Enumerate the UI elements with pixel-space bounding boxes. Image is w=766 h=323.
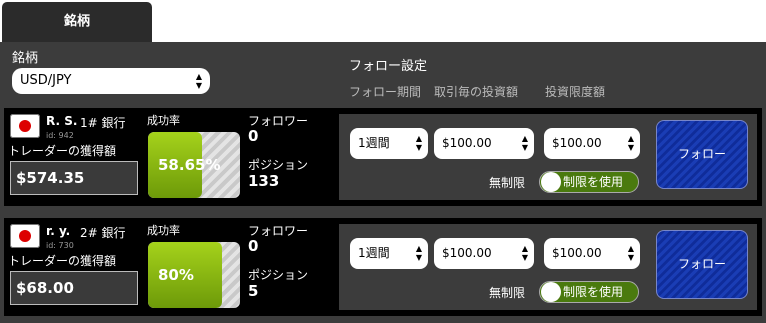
trader-rank: 1# 銀行 — [80, 116, 126, 130]
select-arrows-icon: ▲ ▼ — [627, 134, 634, 152]
toggle-knob — [541, 172, 561, 192]
select-arrows-icon: ▲ ▼ — [415, 244, 422, 262]
select-arrows-icon: ▲ ▼ — [521, 134, 528, 152]
positions-value: 133 — [248, 172, 280, 190]
column-header-period: フォロー期間 — [349, 85, 422, 99]
positions-label: ポジション — [248, 158, 309, 172]
select-arrows-icon: ▲ ▼ — [627, 244, 634, 262]
amount-value: $100.00 — [442, 136, 492, 150]
limit-toggle[interactable]: 制限を使用 — [539, 171, 639, 193]
trader-card: r. y. 2# 銀行 id: 730 トレーダーの獲得額 $68.00 成功率… — [4, 218, 762, 316]
positions-label: ポジション — [248, 268, 309, 282]
symbol-select[interactable]: USD/JPY ▲ ▼ — [12, 68, 210, 94]
positions-value: 5 — [248, 282, 259, 300]
period-value: 1週間 — [358, 246, 390, 260]
trader-rank: 2# 銀行 — [80, 226, 126, 240]
follow-controls: 1週間 ▲ ▼ $100.00 ▲ ▼ $100.00 ▲ ▼ 無制限 制限を使用 フ… — [339, 224, 757, 310]
column-header-amount: 取引毎の投資額 — [434, 85, 519, 99]
earnings-label: トレーダーの獲得額 — [8, 254, 117, 268]
period-value: 1週間 — [358, 136, 390, 150]
tab-symbol[interactable]: 銘柄 — [2, 2, 152, 42]
success-rate-label: 成功率 — [147, 224, 180, 237]
symbol-value: USD/JPY — [20, 73, 72, 88]
select-arrows-icon: ▲ ▼ — [195, 72, 202, 90]
earnings-label: トレーダーの獲得額 — [8, 144, 117, 158]
select-arrows-icon: ▲ ▼ — [521, 244, 528, 262]
toggle-label: 制限を使用 — [563, 285, 624, 299]
earnings-value: $574.35 — [10, 161, 138, 195]
period-select[interactable]: 1週間 ▲ ▼ — [350, 238, 428, 269]
limit-select[interactable]: $100.00 ▲ ▼ — [544, 238, 640, 269]
column-header-limit: 投資限度額 — [545, 85, 606, 99]
trader-card: R. S. 1# 銀行 id: 942 トレーダーの獲得額 $574.35 成功… — [4, 108, 762, 206]
trader-name[interactable]: R. S. — [46, 114, 77, 128]
limit-value: $100.00 — [552, 246, 602, 260]
limit-value: $100.00 — [552, 136, 602, 150]
select-arrows-icon: ▲ ▼ — [415, 134, 422, 152]
toggle-label: 制限を使用 — [563, 175, 624, 189]
trader-id: id: 730 — [46, 241, 74, 250]
trader-id: id: 942 — [46, 131, 74, 140]
main-panel: 銘柄 USD/JPY ▲ ▼ フォロー設定 フォロー期間 取引毎の投資額 投資限度… — [0, 42, 766, 323]
follow-button[interactable]: フォロー — [656, 230, 748, 299]
followers-value: 0 — [248, 237, 259, 255]
success-rate-label: 成功率 — [147, 114, 180, 127]
success-rate-bar: 80% — [148, 242, 240, 308]
tab-bar: 銘柄 — [0, 0, 766, 42]
limit-toggle[interactable]: 制限を使用 — [539, 281, 639, 303]
follow-button[interactable]: フォロー — [656, 120, 748, 189]
period-select[interactable]: 1週間 ▲ ▼ — [350, 128, 428, 159]
followers-value: 0 — [248, 127, 259, 145]
success-rate-bar: 58.65% — [148, 132, 240, 198]
limit-select[interactable]: $100.00 ▲ ▼ — [544, 128, 640, 159]
japan-flag-icon — [10, 114, 40, 138]
follow-settings-title: フォロー設定 — [349, 59, 428, 74]
amount-select[interactable]: $100.00 ▲ ▼ — [434, 238, 534, 269]
earnings-value: $68.00 — [10, 271, 138, 305]
success-rate-value: 58.65% — [158, 156, 221, 174]
unlimited-label: 無制限 — [489, 176, 526, 190]
trader-name[interactable]: r. y. — [46, 224, 70, 238]
amount-value: $100.00 — [442, 246, 492, 260]
japan-flag-icon — [10, 224, 40, 248]
amount-select[interactable]: $100.00 ▲ ▼ — [434, 128, 534, 159]
toggle-knob — [541, 282, 561, 302]
follow-controls: 1週間 ▲ ▼ $100.00 ▲ ▼ $100.00 ▲ ▼ 無制限 制限を使用 フ… — [339, 114, 757, 200]
unlimited-label: 無制限 — [489, 286, 526, 300]
symbol-label: 銘柄 — [12, 51, 39, 66]
settings-bar: 銘柄 USD/JPY ▲ ▼ フォロー設定 フォロー期間 取引毎の投資額 投資限度… — [0, 42, 766, 104]
success-rate-value: 80% — [158, 266, 194, 284]
